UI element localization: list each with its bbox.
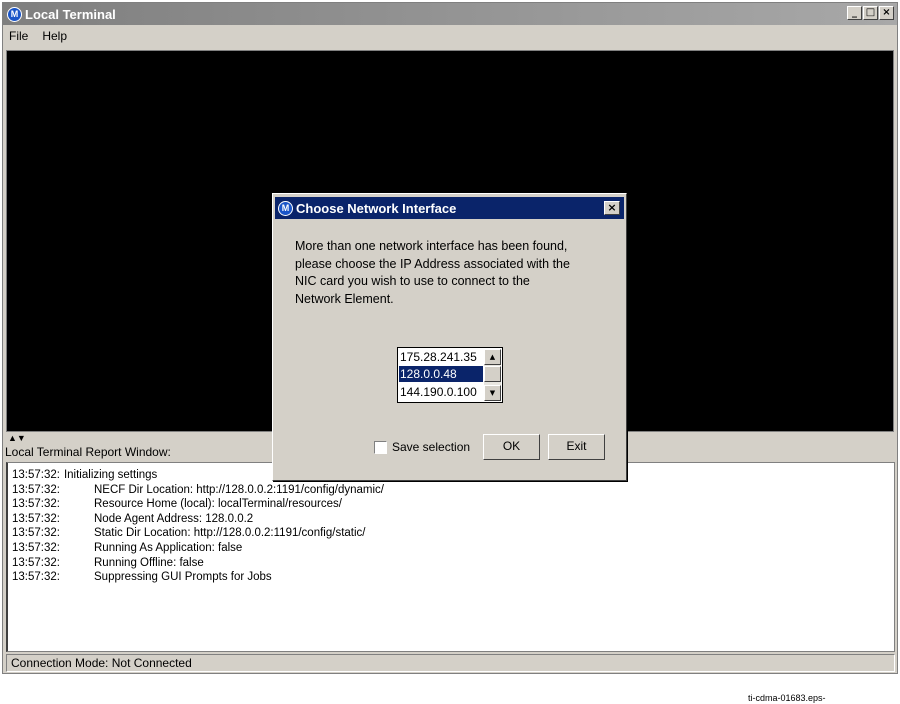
log-message: Node Agent Address: 128.0.0.2 — [94, 512, 254, 525]
scroll-down-icon[interactable]: ▼ — [484, 385, 501, 401]
splitter-arrows-icon[interactable]: ▲▼ — [8, 433, 26, 443]
list-scrollbar[interactable]: ▲ ▼ — [484, 349, 501, 401]
message-line: please choose the IP Address associated … — [295, 256, 570, 271]
log-message: Static Dir Location: http://128.0.0.2:11… — [94, 527, 366, 540]
log-timestamp: 13:57:32: — [12, 483, 60, 496]
report-log[interactable]: 13:57:32: Initializing settings 13:57:32: N… — [6, 462, 895, 652]
exit-button[interactable]: Exit — [548, 434, 605, 460]
dialog-message: More than one network interface has been… — [295, 238, 615, 308]
log-row: 13:57:32: Resource Home (local): localTer… — [12, 497, 890, 512]
message-line: NIC card you wish to use to connect to t… — [295, 274, 530, 288]
window-controls: _ □ × — [847, 6, 894, 20]
ip-address-list[interactable]: 175.28.241.35 128.0.0.48 144.190.0.100 ▲… — [397, 347, 503, 403]
save-selection-checkbox[interactable] — [374, 441, 387, 454]
log-timestamp: 13:57:32: — [12, 556, 60, 569]
ok-button[interactable]: OK — [483, 434, 540, 460]
figure-caption: ti-cdma-01683.eps- — [748, 693, 826, 703]
log-row: 13:57:32: Running As Application: false — [12, 541, 890, 556]
window-title: Local Terminal — [25, 6, 116, 22]
connection-status: Connection Mode: Not Connected — [11, 656, 192, 670]
log-row: 13:57:32: Suppressing GUI Prompts for Job… — [12, 570, 890, 585]
log-timestamp: 13:57:32: — [12, 571, 60, 584]
close-button[interactable]: × — [879, 6, 894, 20]
dialog-logo-icon: M — [278, 200, 293, 216]
log-message: Initializing settings — [63, 469, 158, 481]
choose-network-interface-dialog: M Choose Network Interface × More than o… — [272, 193, 627, 481]
log-row: 13:57:32: Node Agent Address: 128.0.0.2 — [12, 512, 890, 527]
log-timestamp: 13:57:32: — [12, 527, 60, 540]
dialog-title-bar[interactable]: M Choose Network Interface × — [275, 197, 624, 219]
scroll-thumb[interactable] — [484, 366, 501, 382]
log-timestamp: 13:57:32: — [12, 498, 60, 511]
maximize-button[interactable]: □ — [863, 6, 878, 20]
log-row: 13:57:32: Static Dir Location: http://128… — [12, 526, 890, 541]
log-timestamp: 13:57:32: — [12, 512, 60, 525]
message-line: More than one network interface has been… — [295, 239, 568, 253]
app-logo-icon: M — [7, 6, 22, 22]
ip-option[interactable]: 144.190.0.100 — [399, 384, 483, 400]
save-selection-label[interactable]: Save selection — [392, 440, 470, 454]
log-message: Running As Application: false — [94, 541, 243, 554]
log-message: NECF Dir Location: http://128.0.0.2:1191… — [94, 483, 384, 496]
log-row: 13:57:32: Running Offline: false — [12, 556, 890, 571]
dialog-close-button[interactable]: × — [604, 201, 620, 215]
log-message: Resource Home (local): localTerminal/res… — [94, 498, 342, 511]
status-bar: Connection Mode: Not Connected — [6, 654, 895, 672]
log-message: Running Offline: false — [94, 556, 204, 569]
report-window-label: Local Terminal Report Window: — [5, 445, 171, 459]
menu-help[interactable]: Help — [42, 29, 67, 43]
minimize-button[interactable]: _ — [847, 6, 862, 20]
log-timestamp: 13:57:32: — [12, 469, 60, 481]
ip-option[interactable]: 175.28.241.35 — [399, 349, 483, 365]
message-line: Network Element. — [295, 291, 394, 306]
log-row: 13:57:32: NECF Dir Location: http://128.0… — [12, 483, 890, 498]
title-bar[interactable]: M Local Terminal _ □ × — [3, 3, 897, 25]
log-timestamp: 13:57:32: — [12, 541, 60, 554]
menu-bar: File Help — [3, 25, 897, 47]
ip-option-selected[interactable]: 128.0.0.48 — [399, 366, 483, 382]
dialog-title: Choose Network Interface — [296, 200, 457, 216]
log-message: Suppressing GUI Prompts for Jobs — [94, 571, 272, 584]
scroll-up-icon[interactable]: ▲ — [484, 349, 501, 365]
menu-file[interactable]: File — [9, 29, 28, 43]
